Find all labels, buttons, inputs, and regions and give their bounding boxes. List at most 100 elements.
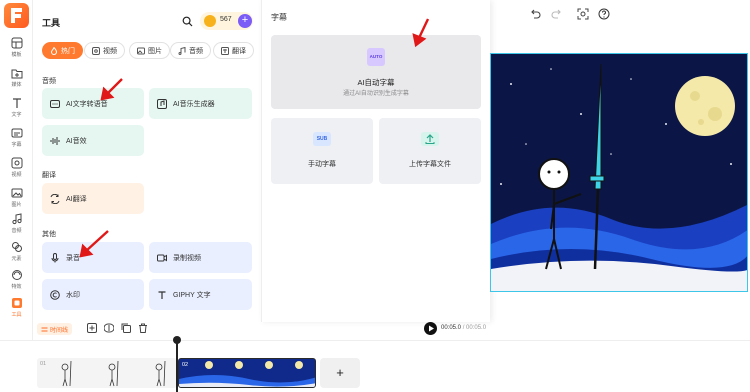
- manual-subtitle-card[interactable]: SUB 手动字幕: [271, 118, 373, 184]
- card-label: AI翻译: [66, 195, 87, 203]
- microphone-icon: [51, 252, 59, 262]
- card-description: 通过AI自动识别生成字幕: [343, 91, 409, 97]
- screenshot-icon[interactable]: [577, 8, 589, 20]
- help-icon[interactable]: [598, 8, 610, 20]
- card-label: AI音效: [66, 137, 87, 145]
- rail-item-subtitle[interactable]: 字幕: [0, 126, 33, 156]
- play-button[interactable]: [424, 322, 437, 335]
- add-clip-button[interactable]: +: [320, 358, 360, 388]
- tab-video[interactable]: 视频: [84, 42, 125, 59]
- coin-icon: [204, 15, 216, 27]
- left-rail: 模板 媒体 文字 字幕 视频 图片 音频 元素 特效 工具: [0, 0, 33, 392]
- video-canvas[interactable]: [490, 53, 748, 292]
- section-audio: 音频: [42, 78, 56, 85]
- duplicate-icon[interactable]: [121, 323, 131, 333]
- card-label: 录音: [66, 254, 80, 262]
- ai-auto-subtitle-card[interactable]: AUTO AI自动字幕 通过AI自动识别生成字幕: [271, 35, 481, 109]
- tools-icon: [11, 298, 22, 308]
- tab-hot[interactable]: 热门: [42, 42, 83, 59]
- card-label: AI音乐生成器: [173, 100, 215, 108]
- tab-label: 视频: [103, 47, 117, 55]
- rail-item-text[interactable]: 文字: [0, 96, 33, 126]
- card-label: GIPHY 文字: [173, 291, 211, 299]
- card-ai-music[interactable]: AI音乐生成器: [149, 88, 252, 119]
- rail-item-template[interactable]: 模板: [0, 36, 33, 66]
- template-icon: [11, 37, 22, 49]
- video-icon: [11, 157, 22, 169]
- time-separator: /: [462, 325, 465, 331]
- rail-label: 工具: [11, 312, 22, 318]
- panel-title: 字幕: [271, 13, 287, 22]
- rail-label: 图片: [11, 202, 22, 208]
- card-title: AI自动字幕: [357, 78, 395, 87]
- card-title: 手动字幕: [308, 161, 336, 168]
- effects-icon: [11, 270, 22, 280]
- section-translate: 翻译: [42, 172, 56, 179]
- text-icon: [158, 290, 166, 299]
- rail-label: 视频: [11, 172, 22, 178]
- tab-image[interactable]: 图片: [129, 42, 170, 59]
- card-watermark[interactable]: 水印: [42, 279, 144, 310]
- timeline-clip[interactable]: 01: [37, 358, 177, 388]
- text-icon: [12, 98, 21, 108]
- elements-icon: [11, 242, 22, 252]
- record-video-icon: [157, 254, 167, 261]
- undo-icon[interactable]: [529, 8, 541, 20]
- rail-label: 字幕: [11, 142, 22, 148]
- rail-item-media[interactable]: 媒体: [0, 66, 33, 96]
- rail-label: 特效: [11, 284, 22, 290]
- rail-item-video[interactable]: 视频: [0, 156, 33, 186]
- rail-label: 模板: [11, 52, 22, 58]
- editor-app: 模板 媒体 文字 字幕 视频 图片 音频 元素 特效 工具 工具 567 + 热…: [0, 0, 750, 392]
- timeline-toggle-button[interactable]: 时间线: [37, 323, 73, 335]
- credits-badge[interactable]: 567 +: [200, 12, 253, 30]
- rail-label: 元素: [11, 256, 22, 262]
- subtitle-panel: 字幕 AUTO AI自动字幕 通过AI自动识别生成字幕 SUB 手动字幕 上传字…: [261, 0, 490, 322]
- text-to-speech-icon: [50, 99, 60, 108]
- audio-icon: [11, 213, 22, 225]
- split-icon[interactable]: [104, 323, 114, 333]
- card-record-video[interactable]: 录制视频: [149, 242, 252, 273]
- manual-subtitle-icon: SUB: [313, 132, 331, 146]
- upload-subtitle-card[interactable]: 上传字幕文件: [379, 118, 481, 184]
- card-ai-tts[interactable]: AI文字转语音: [42, 88, 144, 119]
- timeline-clip-selected[interactable]: 02: [178, 358, 316, 388]
- tab-label: 图片: [148, 47, 162, 55]
- upload-icon: [421, 132, 439, 146]
- search-icon[interactable]: [182, 16, 193, 27]
- panel-title: 工具: [42, 18, 61, 28]
- rail-item-elements[interactable]: 元素: [0, 240, 33, 270]
- image-icon: [137, 47, 145, 54]
- rail-item-effects[interactable]: 特效: [0, 268, 33, 298]
- tab-audio[interactable]: 音频: [170, 42, 211, 59]
- tab-label: 热门: [61, 47, 75, 55]
- tab-translate[interactable]: 翻译: [213, 42, 254, 59]
- add-clip-icon[interactable]: [87, 323, 97, 333]
- card-ai-sfx[interactable]: AI音效: [42, 125, 144, 156]
- card-record-audio[interactable]: 录音: [42, 242, 144, 273]
- rail-item-audio[interactable]: 音频: [0, 212, 33, 242]
- night-scene-illustration: [491, 54, 747, 291]
- rail-item-tools[interactable]: 工具: [0, 296, 33, 326]
- redo-icon[interactable]: [551, 8, 563, 20]
- card-label: 水印: [66, 291, 80, 299]
- translate-icon: [50, 193, 60, 204]
- card-giphy-text[interactable]: GIPHY 文字: [149, 279, 252, 310]
- tab-label: 翻译: [232, 47, 246, 55]
- sound-wave-icon: [50, 136, 60, 145]
- add-credits-button[interactable]: +: [238, 14, 252, 28]
- time-display: 00:05.0 / 00:05.0: [441, 325, 486, 331]
- playhead[interactable]: [176, 338, 178, 392]
- card-ai-translate[interactable]: AI翻译: [42, 183, 144, 214]
- timeline-label: 时间线: [50, 327, 69, 334]
- delete-icon[interactable]: [138, 323, 148, 333]
- card-label: 录制视频: [173, 254, 201, 262]
- play-icon: [429, 325, 434, 332]
- section-other: 其他: [42, 231, 56, 238]
- clip-thumbnails: [61, 360, 166, 387]
- auto-subtitle-icon: AUTO: [367, 48, 385, 66]
- app-logo[interactable]: [4, 3, 29, 28]
- clip-number: 02: [182, 362, 189, 368]
- image-icon: [11, 188, 22, 198]
- tab-label: 音频: [189, 47, 203, 55]
